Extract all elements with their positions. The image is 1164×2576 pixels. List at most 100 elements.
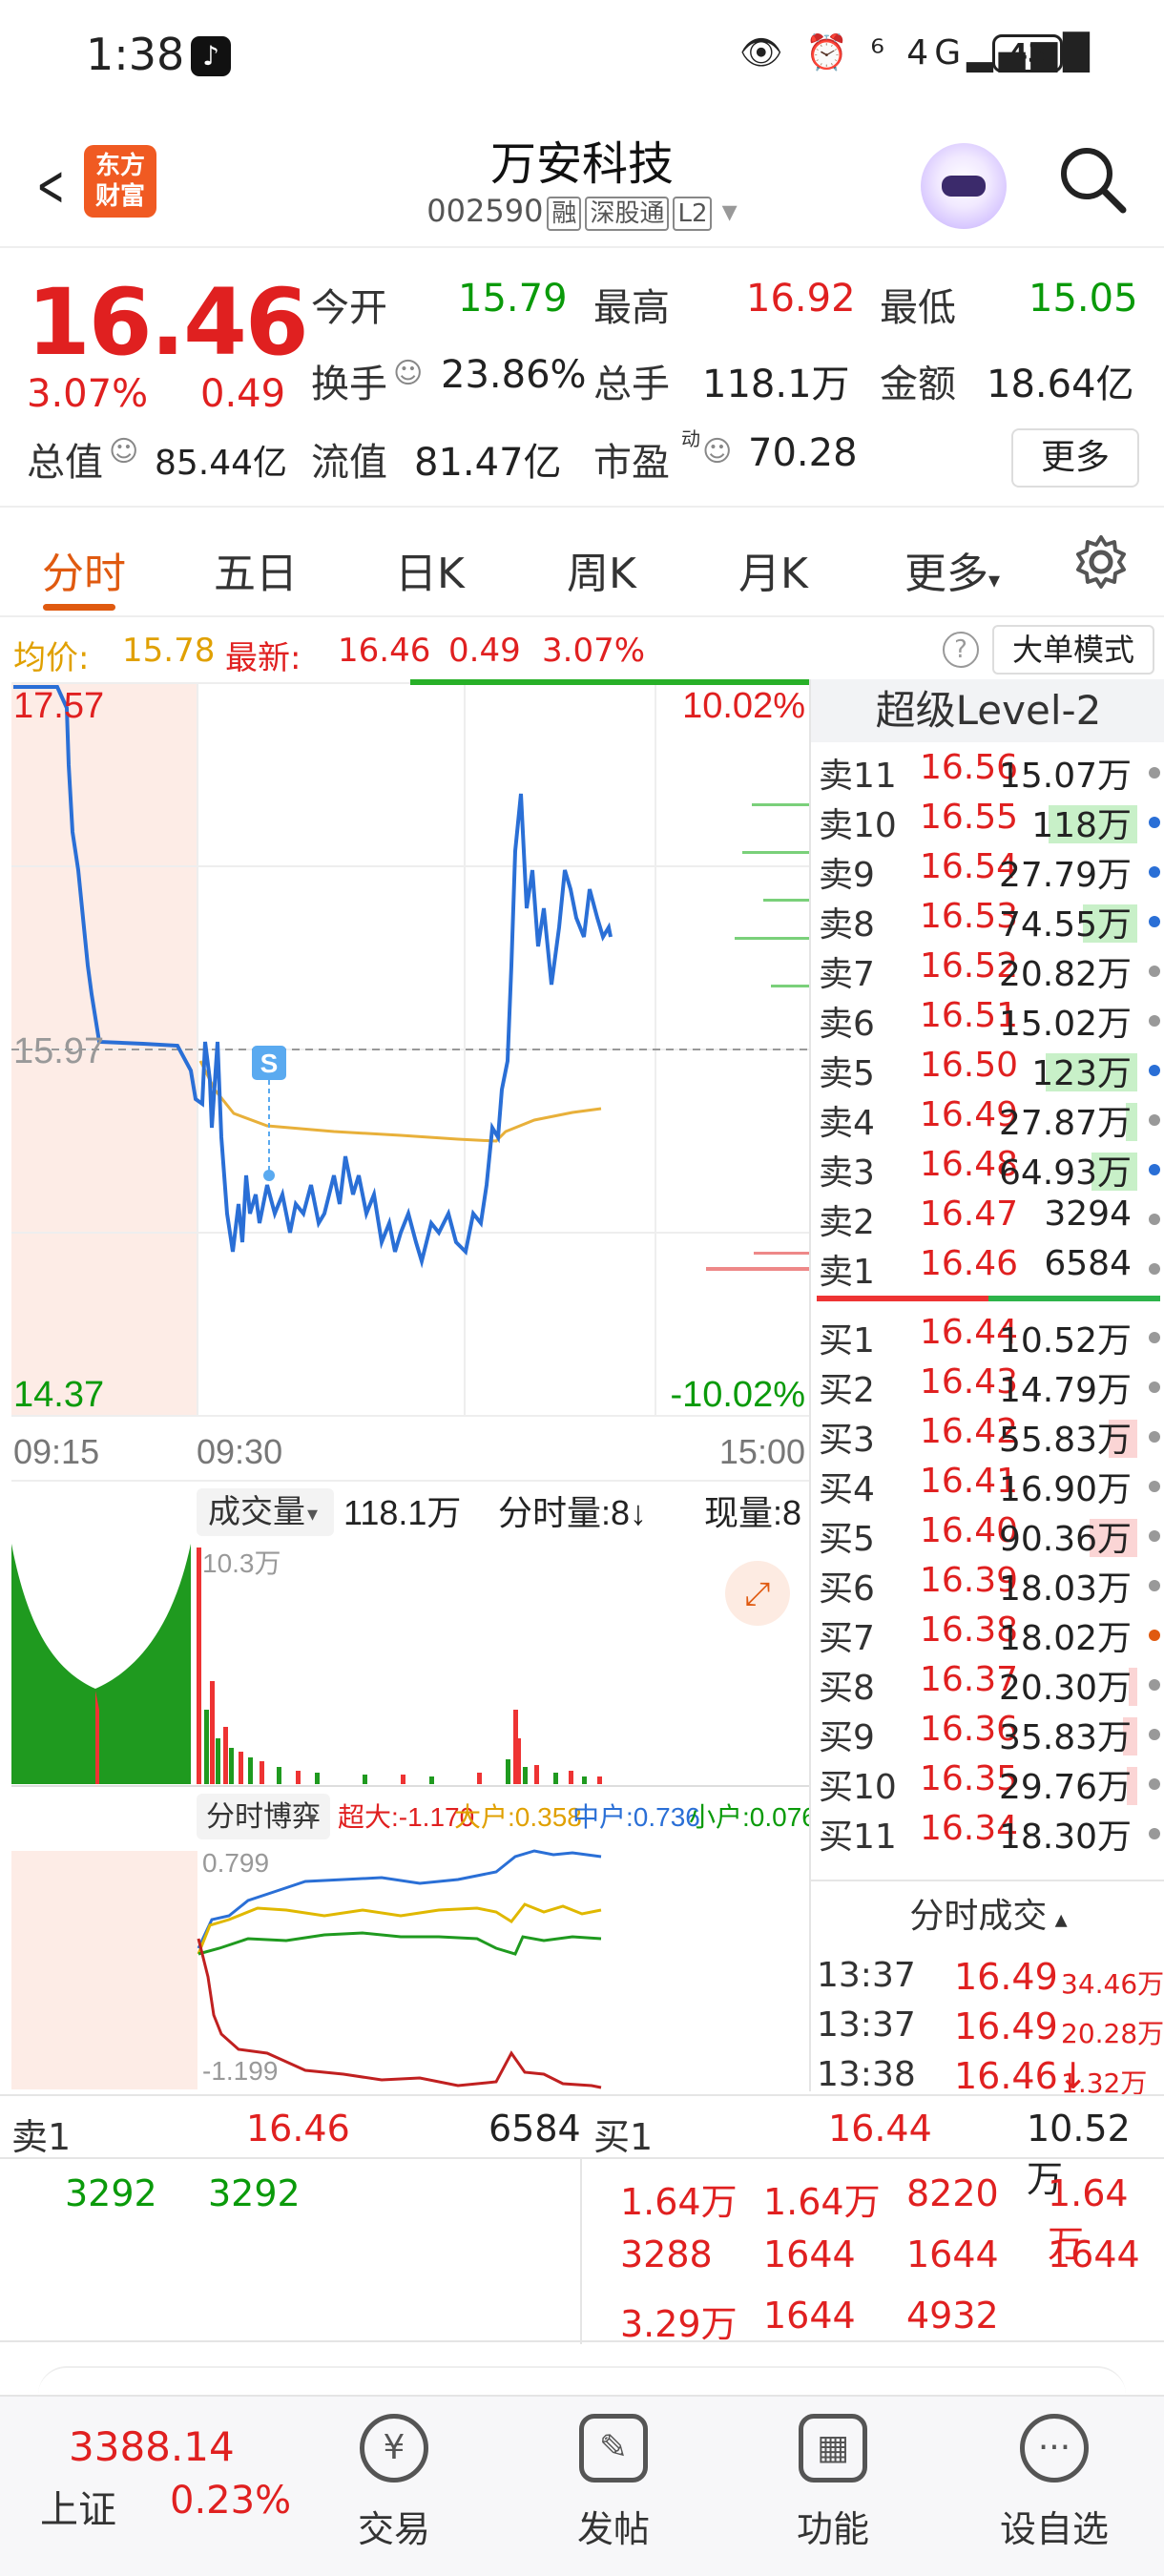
yen-icon: ¥ bbox=[360, 2414, 428, 2483]
turnover-label: 换手 bbox=[311, 363, 387, 406]
ask-row[interactable]: 卖2 16.47 3294 bbox=[811, 1195, 1164, 1244]
trade-time: 13:37 bbox=[817, 1956, 916, 1995]
tab-monthly-k[interactable]: 月K bbox=[738, 539, 808, 600]
ask-bid-divider-red bbox=[817, 1296, 988, 1301]
ask-row[interactable]: 卖8 16.53 74.55万 bbox=[811, 897, 1164, 946]
volume-max-label: 10.3万 bbox=[202, 1548, 281, 1578]
ask-row[interactable]: 卖9 16.54 27.79万 bbox=[811, 847, 1164, 897]
bid-row[interactable]: 买3 16.42 55.83万 bbox=[811, 1412, 1164, 1462]
trade-row: 13:37 16.49 20.28万 bbox=[811, 2005, 1164, 2055]
ask-level-dot bbox=[1149, 1263, 1160, 1275]
quote-panel: 16.46 3.07% 0.49 今开 15.79 最高 16.92 最低 15… bbox=[0, 250, 1164, 508]
bid-row[interactable]: 买6 16.39 18.03万 bbox=[811, 1561, 1164, 1610]
tab-intraday[interactable]: 分时 bbox=[42, 539, 126, 600]
bid-row[interactable]: 买10 16.35 29.76万 bbox=[811, 1759, 1164, 1809]
nav-post-label: 发帖 bbox=[576, 2508, 650, 2550]
tab-daily-k[interactable]: 日K bbox=[395, 539, 465, 600]
ask-level-volume: 64.93万 bbox=[998, 1153, 1132, 1193]
tab-more[interactable]: 更多▾ bbox=[904, 539, 1000, 600]
ask-level-price: 16.46 bbox=[920, 1244, 1019, 1283]
y-mid-label: 15.97 bbox=[13, 1031, 104, 1071]
bid-level-label: 买8 bbox=[819, 1669, 875, 1708]
intraday-chart-area[interactable]: S 17.57 15.97 14.37 10.02% -10.02% 09:15… bbox=[0, 679, 817, 2091]
info-icon[interactable]: ☺ bbox=[393, 357, 423, 390]
volume-label: 总手 bbox=[593, 363, 670, 406]
nav-post[interactable]: ✎ 发帖 bbox=[542, 2414, 685, 2552]
trades-title-label: 分时成交 bbox=[909, 1897, 1048, 1936]
turnover-value: 23.86% bbox=[441, 353, 587, 397]
latest-change: 0.49 bbox=[448, 632, 521, 670]
index-value[interactable]: 3388.14 bbox=[69, 2423, 235, 2470]
ask-level-dot bbox=[1149, 966, 1160, 977]
ask-level-label: 卖5 bbox=[819, 1054, 875, 1093]
bid-level-volume: 18.02万 bbox=[998, 1619, 1132, 1658]
bid-level-label: 买10 bbox=[819, 1768, 897, 1807]
ask-level-dot bbox=[1149, 1015, 1160, 1027]
queue-bid-label: 买1 bbox=[593, 2116, 654, 2158]
help-icon[interactable]: ? bbox=[943, 632, 979, 668]
more-button[interactable]: 更多 bbox=[1011, 428, 1139, 488]
robot-assistant-icon[interactable] bbox=[921, 143, 1007, 229]
level2-orderbook[interactable]: 超级Level-2 卖11 16.56 15.07万 卖10 16.55 118万 卖9 16… bbox=[809, 679, 1164, 2099]
ask-level-volume: 27.79万 bbox=[998, 856, 1132, 895]
ask-row[interactable]: 卖1 16.46 6584 bbox=[811, 1244, 1164, 1294]
bid-level-dot bbox=[1149, 1530, 1160, 1542]
pct-top-label: 10.02% bbox=[682, 686, 805, 726]
y-top-label: 17.57 bbox=[13, 686, 104, 726]
bid-level-label: 买11 bbox=[819, 1818, 897, 1857]
bid-row[interactable]: 买8 16.37 20.30万 bbox=[811, 1660, 1164, 1710]
ask-row[interactable]: 卖11 16.56 15.07万 bbox=[811, 748, 1164, 798]
ask-row[interactable]: 卖4 16.49 27.87万 bbox=[811, 1095, 1164, 1145]
ask-row[interactable]: 卖3 16.48 64.93万 bbox=[811, 1145, 1164, 1195]
nav-functions[interactable]: ▦ 功能 bbox=[761, 2414, 904, 2552]
index-name[interactable]: 上证 bbox=[40, 2479, 116, 2534]
info-icon[interactable]: ☺ bbox=[109, 435, 138, 468]
pe-label: 市盈 bbox=[593, 441, 670, 485]
big-order-mode-button[interactable]: 大单模式 bbox=[992, 625, 1154, 675]
ask-level-dot bbox=[1149, 1214, 1160, 1225]
gear-icon[interactable] bbox=[1072, 533, 1130, 591]
bid-row[interactable]: 买7 16.38 18.02万 bbox=[811, 1610, 1164, 1660]
queue-bid-price: 16.44 bbox=[828, 2108, 932, 2150]
avg-price-row: 均价: 15.78 最新: 16.46 0.49 3.07% bbox=[0, 622, 1164, 679]
bid-row[interactable]: 买5 16.40 90.36万 bbox=[811, 1511, 1164, 1561]
bid-level-volume: 35.83万 bbox=[998, 1718, 1132, 1757]
nav-add-watchlist-label: 设自选 bbox=[999, 2508, 1109, 2550]
queue-ask-vol: 6584 bbox=[488, 2108, 581, 2150]
ask-level-dot bbox=[1149, 916, 1160, 927]
trade-volume: 20.28万 bbox=[1061, 2018, 1164, 2049]
info-icon[interactable]: ☺ bbox=[702, 435, 732, 468]
bid-level-dot bbox=[1149, 1778, 1160, 1790]
nav-trade[interactable]: ¥ 交易 bbox=[322, 2414, 466, 2552]
volume-total: 118.1万 bbox=[343, 1493, 461, 1532]
edit-icon: ✎ bbox=[579, 2414, 648, 2483]
avg-label: 均价: bbox=[13, 639, 90, 677]
ask-level-price: 16.47 bbox=[920, 1195, 1019, 1234]
tab-five-day[interactable]: 五日 bbox=[214, 539, 298, 600]
ask-level-label: 卖4 bbox=[819, 1104, 875, 1143]
queue-bid-order: 1.64万 bbox=[620, 2181, 738, 2223]
change-amount: 0.49 bbox=[200, 372, 286, 416]
tab-weekly-k[interactable]: 周K bbox=[567, 539, 636, 600]
bottom-nav: 3388.14 上证 0.23% ¥ 交易 ✎ 发帖 ▦ 功能 ··· 设自选 bbox=[0, 2395, 1164, 2576]
search-icon[interactable] bbox=[1054, 141, 1131, 218]
ask-level-dot bbox=[1149, 866, 1160, 878]
ask-row[interactable]: 卖6 16.51 15.02万 bbox=[811, 996, 1164, 1046]
trades-title[interactable]: 分时成交 ▴ bbox=[811, 1883, 1164, 1950]
ask-level-volume: 123万 bbox=[1031, 1054, 1132, 1093]
ask-row[interactable]: 卖5 16.50 123万 bbox=[811, 1046, 1164, 1095]
bid-row[interactable]: 买9 16.36 35.83万 bbox=[811, 1710, 1164, 1759]
ask-row[interactable]: 卖7 16.52 20.82万 bbox=[811, 946, 1164, 996]
index-pct[interactable]: 0.23% bbox=[170, 2479, 291, 2523]
bid-row[interactable]: 买11 16.34 18.30万 bbox=[811, 1809, 1164, 1859]
bid-row[interactable]: 买2 16.43 14.79万 bbox=[811, 1362, 1164, 1412]
nav-add-watchlist[interactable]: ··· 设自选 bbox=[983, 2414, 1126, 2552]
ask-row[interactable]: 卖10 16.55 118万 bbox=[811, 798, 1164, 847]
queue-bid-order: 1644 bbox=[1048, 2233, 1140, 2275]
tab-more-label: 更多 bbox=[904, 550, 988, 598]
bid-row[interactable]: 买1 16.44 10.52万 bbox=[811, 1313, 1164, 1362]
comment-bar-ghost bbox=[38, 2366, 1126, 2395]
queue-ask-label: 卖1 bbox=[11, 2116, 72, 2158]
bid-row[interactable]: 买4 16.41 16.90万 bbox=[811, 1462, 1164, 1511]
nav-trade-label: 交易 bbox=[357, 2508, 430, 2550]
